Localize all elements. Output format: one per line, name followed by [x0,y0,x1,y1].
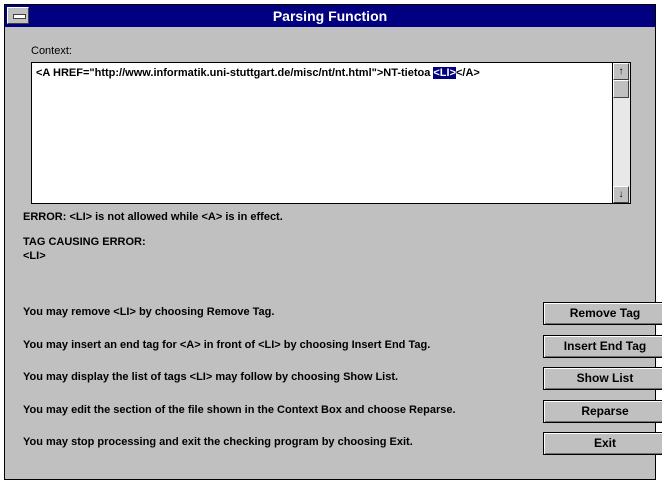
arrow-down-icon: ↓ [618,189,624,200]
error-message: ERROR: <LI> is not allowed while <A> is … [23,211,283,223]
tag-causing-error-label: TAG CAUSING ERROR: [23,236,146,248]
context-text-before: <A HREF="http://www.informatik.uni-stutt… [36,67,434,79]
context-scrollbar[interactable]: ↑ ↓ [612,63,630,203]
option-exit-text: You may stop processing and exit the che… [23,436,413,448]
window-title: Parsing Function [272,8,388,24]
context-label: Context: [31,45,72,57]
scroll-thumb[interactable] [613,80,629,98]
reparse-button[interactable]: Reparse [543,400,662,423]
title-bar: Parsing Function [5,5,655,27]
insert-end-tag-button[interactable]: Insert End Tag [543,335,662,358]
scroll-down-button[interactable]: ↓ [613,186,629,203]
option-showlist-text: You may display the list of tags <LI> ma… [23,371,399,383]
option-insert-text: You may insert an end tag for <A> in fro… [23,339,431,351]
context-highlight: <LI> [433,67,456,79]
parsing-function-dialog: Parsing Function Context: <A HREF="http:… [4,4,662,480]
exit-button[interactable]: Exit [543,432,662,455]
arrow-up-icon: ↑ [618,66,624,77]
context-box[interactable]: <A HREF="http://www.informatik.uni-stutt… [31,62,631,204]
context-text-after: </A> [456,67,480,79]
remove-tag-button[interactable]: Remove Tag [543,302,662,325]
show-list-button[interactable]: Show List [543,367,662,390]
context-text[interactable]: <A HREF="http://www.informatik.uni-stutt… [36,67,480,79]
scroll-up-button[interactable]: ↑ [613,63,629,80]
option-reparse-text: You may edit the section of the file sho… [23,404,456,416]
option-remove-text: You may remove <LI> by choosing Remove T… [23,306,275,318]
error-tag: <LI> [23,250,46,262]
